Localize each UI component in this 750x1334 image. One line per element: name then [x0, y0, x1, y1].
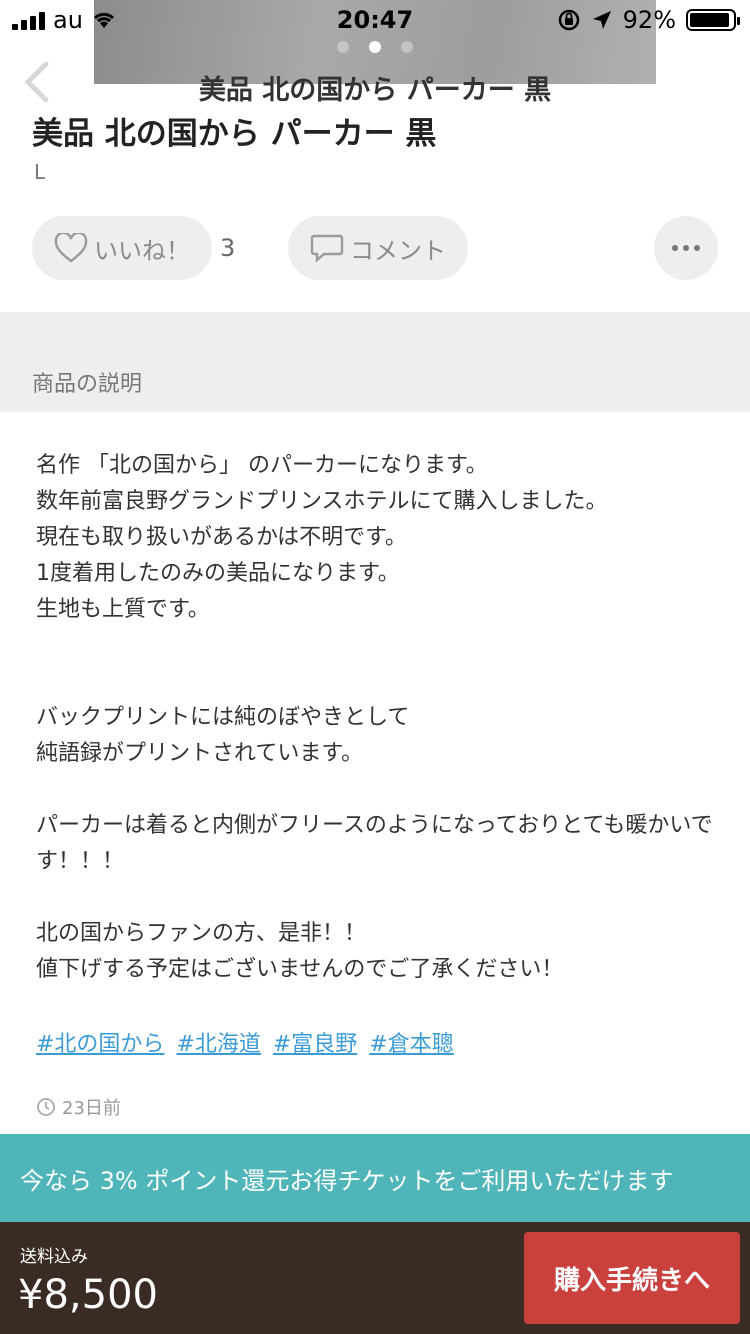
section-title: 商品の説明	[32, 372, 143, 397]
status-right: 92%	[557, 6, 740, 34]
description-paragraph: 名作 「北の国から」 のパーカーになります。 数年前富良野グランドプリンスホテル…	[36, 453, 608, 622]
battery-percent: 92%	[622, 6, 676, 34]
more-horizontal-icon	[672, 245, 678, 251]
orientation-lock-icon	[558, 9, 579, 31]
heart-icon	[54, 233, 88, 263]
point-promo-banner[interactable]: 今なら 3% ポイント還元お得チケットをご利用いただけます	[0, 1134, 750, 1222]
description-paragraph: 北の国からファンの方、是非！！ 値下げする予定はございませんのでご了承ください！	[36, 921, 564, 982]
header-title: 美品 北の国から パーカー 黒	[198, 75, 552, 106]
comment-icon	[310, 234, 344, 263]
clock-icon	[37, 1098, 55, 1116]
description-paragraph: バックプリントには純のぼやきとして 純語録がプリントされています。	[36, 705, 410, 766]
purchase-bar: 送料込み ¥8,500 購入手続きへ	[0, 1222, 750, 1334]
hashtag-link[interactable]: #倉本聰	[369, 1026, 453, 1058]
description-section-header: 商品の説明	[0, 312, 750, 412]
battery-fill	[690, 13, 729, 27]
like-count: 3	[220, 234, 236, 262]
item-size: L	[34, 160, 46, 184]
status-bar: au 20:47 92%	[0, 0, 750, 40]
location-arrow-icon	[592, 11, 611, 29]
action-row: いいね！ 3 コメント	[32, 216, 718, 280]
carousel-pager	[0, 41, 750, 53]
purchase-button[interactable]: 購入手続きへ	[524, 1232, 740, 1324]
description-paragraph: パーカーは着ると内側がフリースのようになっておりとても暖かいです！！！	[36, 813, 713, 874]
shipping-label: 送料込み	[20, 1247, 88, 1267]
battery-icon	[686, 9, 740, 31]
posted-time-label: 23日前	[62, 1098, 121, 1119]
comment-button[interactable]: コメント	[288, 216, 468, 280]
like-button[interactable]: いいね！	[32, 216, 212, 280]
posted-time: 23日前	[36, 1094, 121, 1120]
hashtag-link[interactable]: #北海道	[176, 1026, 260, 1058]
comment-label: コメント	[350, 236, 446, 265]
hashtag-link[interactable]: #富良野	[273, 1026, 357, 1058]
pager-dot-active[interactable]	[369, 41, 381, 53]
more-options-button[interactable]	[654, 216, 718, 280]
description-spacer	[36, 772, 726, 808]
hashtag-list: #北の国から #北海道 #富良野 #倉本聰	[36, 1026, 454, 1058]
description-spacer	[36, 880, 726, 916]
pager-dot[interactable]	[337, 41, 349, 53]
hashtag-link[interactable]: #北の国から	[36, 1026, 164, 1058]
promo-text: 今なら 3% ポイント還元お得チケットをご利用いただけます	[20, 1166, 674, 1195]
price: ¥8,500	[18, 1272, 158, 1318]
item-title: 美品 北の国から パーカー 黒	[32, 116, 437, 152]
like-label: いいね！	[94, 236, 190, 265]
item-description: 名作 「北の国から」 のパーカーになります。 数年前富良野グランドプリンスホテル…	[36, 448, 726, 988]
pager-dot[interactable]	[401, 41, 413, 53]
more-dot	[683, 245, 689, 251]
more-dot	[694, 245, 700, 251]
description-spacer	[36, 628, 726, 700]
